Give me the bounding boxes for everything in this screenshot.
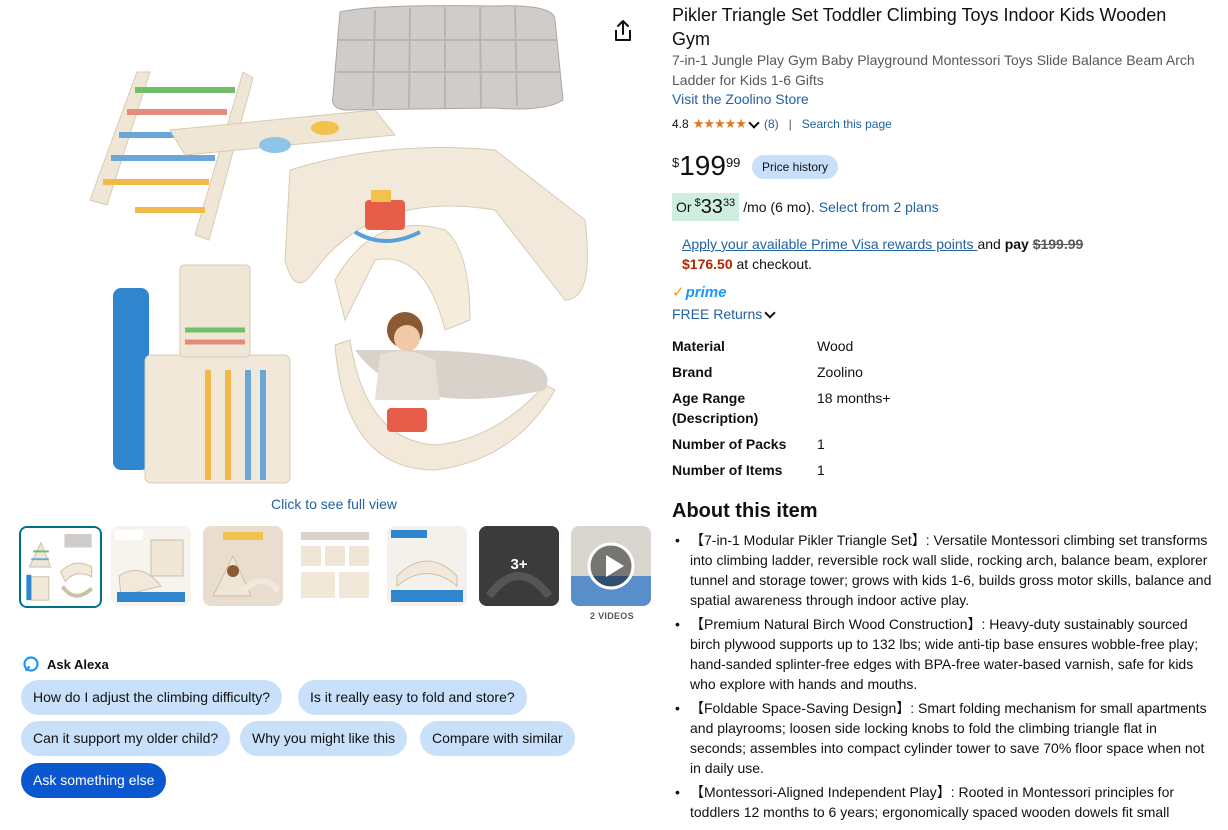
full-view-link[interactable]: Click to see full view	[271, 496, 397, 512]
monthly-payment: Or $ 33 33 /mo (6 mo). Select from 2 pla…	[672, 193, 939, 221]
price-whole: 199	[679, 150, 726, 181]
spec-key: Brand	[672, 364, 713, 380]
more-images-label: 3+	[510, 556, 528, 573]
rating-row: 4.8 ★★★★★ (8) | Search this page	[672, 116, 892, 132]
prime-badge: ✓ prime	[672, 283, 727, 302]
prime-visa-offer: Apply your available Prime Visa rewards …	[682, 234, 1202, 274]
share-icon[interactable]	[610, 18, 636, 44]
offer-suffix: at checkout.	[732, 256, 812, 272]
alexa-chip-adjust-difficulty[interactable]: How do I adjust the climbing difficulty?	[21, 680, 283, 715]
spec-row-material: Material Wood	[672, 336, 1172, 356]
product-specs-table: Material Wood Brand Zoolino Age Range (D…	[672, 336, 1172, 486]
offer-old-price: $199.99	[1032, 236, 1084, 252]
alexa-chip-why-like[interactable]: Why you might like this	[240, 721, 408, 756]
about-bullet: 【7-in-1 Modular Pikler Triangle Set】: Ve…	[672, 530, 1212, 610]
alexa-chip-older-child[interactable]: Can it support my older child?	[21, 721, 231, 756]
spec-key: Number of Items	[672, 462, 783, 478]
thumbnail-4[interactable]	[295, 526, 375, 606]
about-bullet: 【Premium Natural Birch Wood Construction…	[672, 614, 1212, 694]
about-bullets: 【7-in-1 Modular Pikler Triangle Set】: Ve…	[672, 530, 1212, 826]
rating-count-link[interactable]: (8)	[764, 117, 779, 131]
thumbnail-1[interactable]	[19, 526, 102, 608]
offer-and: and	[977, 236, 1005, 252]
price: $ 199 99	[672, 150, 740, 182]
product-subtitle: 7-in-1 Jungle Play Gym Baby Playground M…	[672, 52, 1195, 88]
price-fraction: 99	[725, 155, 741, 170]
prime-label: prime	[685, 283, 727, 301]
thumbnail-2[interactable]	[111, 526, 191, 606]
alexa-chip-fold-store[interactable]: Is it really easy to fold and store?	[298, 680, 527, 715]
ask-alexa-header: Ask Alexa	[23, 656, 109, 672]
store-link[interactable]: Visit the Zoolino Store	[672, 91, 809, 107]
spec-value: Wood	[817, 338, 854, 354]
monthly-term-text: /mo (6 mo).	[743, 199, 815, 215]
monthly-price-fraction: 33	[722, 197, 736, 209]
alexa-ask-something-else-button[interactable]: Ask something else	[21, 763, 167, 798]
chevron-down-icon	[764, 306, 776, 319]
ask-alexa-title: Ask Alexa	[47, 656, 109, 672]
alexa-icon	[23, 656, 39, 672]
video-thumbnail[interactable]	[571, 526, 651, 606]
about-bullet: 【Montessori-Aligned Independent Play】: R…	[672, 782, 1212, 822]
spec-value: 1	[817, 436, 825, 452]
spec-key: Number of Packs	[672, 436, 787, 452]
about-this-item-heading: About this item	[672, 500, 818, 522]
offer-pay: pay	[1004, 236, 1029, 252]
price-symbol: $	[672, 155, 680, 170]
free-returns-link[interactable]: FREE Returns	[672, 306, 778, 322]
storage-tower-illustration	[113, 264, 291, 484]
spec-value: 1	[817, 462, 825, 478]
star-rating-icon[interactable]: ★★★★★	[693, 116, 747, 132]
prime-check-icon: ✓	[672, 284, 685, 301]
select-plans-link[interactable]: Select from 2 plans	[819, 199, 939, 215]
spec-row-packs: Number of Packs 1	[672, 434, 1172, 454]
monthly-price-highlight: Or $ 33 33	[672, 193, 740, 221]
spec-row-age-range: Age Range (Description) 18 months+	[672, 388, 1172, 428]
rocker-arch-illustration	[284, 147, 588, 331]
alexa-chip-compare[interactable]: Compare with similar	[420, 721, 575, 756]
prime-visa-rewards-link[interactable]: Apply your available Prime Visa rewards …	[682, 236, 977, 252]
spec-value: Zoolino	[817, 364, 863, 380]
spec-row-items: Number of Items 1	[672, 460, 1172, 480]
thumbnail-more[interactable]: 3+	[479, 526, 559, 606]
thumbnail-5[interactable]	[387, 526, 467, 606]
spec-row-brand: Brand Zoolino	[672, 362, 1172, 382]
free-returns-label: FREE Returns	[672, 306, 763, 322]
spec-key: Material	[672, 338, 725, 354]
monthly-or-label: Or	[676, 199, 692, 215]
price-history-button[interactable]: Price history	[752, 155, 839, 179]
rating-value: 4.8	[672, 117, 689, 131]
product-title: Pikler Triangle Set Toddler Climbing Toy…	[672, 5, 1167, 49]
cushion-illustration	[332, 5, 564, 111]
divider: |	[788, 117, 792, 131]
main-product-image[interactable]	[75, 0, 605, 492]
spec-value: 18 months+	[817, 390, 891, 406]
thumbnail-3[interactable]	[203, 526, 283, 606]
videos-count-label: 2 VIDEOS	[590, 611, 634, 621]
spec-key: Age Range (Description)	[672, 390, 759, 426]
search-this-page-link[interactable]: Search this page	[802, 117, 892, 131]
chevron-down-icon[interactable]	[748, 116, 760, 129]
child-rocker-illustration	[334, 312, 556, 471]
about-bullet: 【Foldable Space-Saving Design】: Smart fo…	[672, 698, 1212, 778]
monthly-price-whole: 33	[700, 196, 723, 218]
offer-new-price: $176.50	[682, 256, 733, 272]
